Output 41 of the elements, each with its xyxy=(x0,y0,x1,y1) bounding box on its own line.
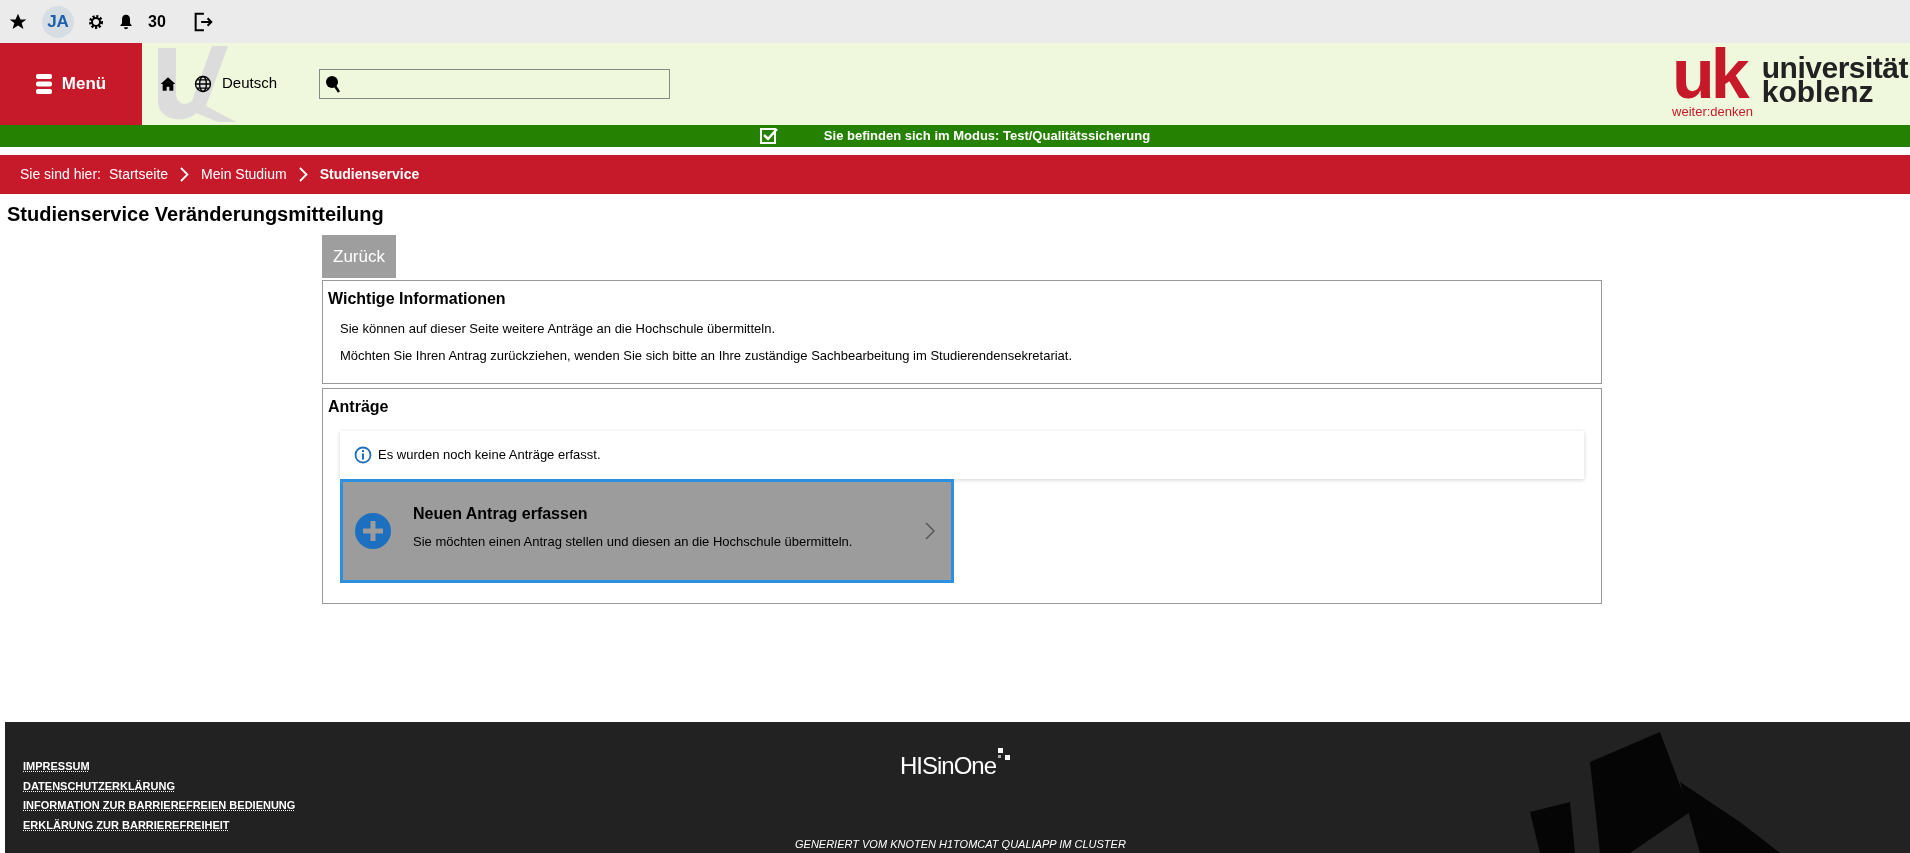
panel-title: Wichtige Informationen xyxy=(328,289,507,309)
mode-banner-text: Sie befinden sich im Modus: Test/Qualitätssicherung xyxy=(823,127,1151,146)
logo-text: koblenz xyxy=(1761,80,1874,104)
notice-text: Es wurden noch keine Anträge erfasst. xyxy=(378,446,601,465)
logo-mark: uk xyxy=(1672,46,1747,102)
search-icon xyxy=(325,75,342,93)
footer-link[interactable]: IMPRESSUM xyxy=(23,758,90,775)
bell-icon[interactable] xyxy=(118,12,134,31)
settings-icon[interactable] xyxy=(88,13,104,30)
info-text: Möchten Sie Ihren Antrag zurückziehen, wenden Sie sich bitte an Ihre zuständige Sachbearbeitung im Studierendensekretariat. xyxy=(340,346,1074,365)
squares-icon xyxy=(998,748,1013,762)
footer-link[interactable]: DATENSCHUTZERKLÄRUNG xyxy=(23,777,175,794)
new-request-tile[interactable]: Neuen Antrag erfassen Sie möchten einen Antrag stellen und diesen an die Hochschule übermitteln. xyxy=(340,479,954,583)
info-text: Sie können auf dieser Seite weitere Anträge an die Hochschule übermitteln. xyxy=(340,320,777,338)
user-avatar[interactable]: JA xyxy=(42,5,74,38)
chevron-right-icon xyxy=(298,167,308,182)
language-link[interactable]: Deutsch xyxy=(222,71,278,95)
search-field[interactable] xyxy=(319,69,671,99)
breadcrumb-link[interactable]: Studienservice xyxy=(319,164,420,185)
brand-logo-text: HISinOne xyxy=(900,751,997,781)
generated-text: GENERIERT VOM KNOTEN H1TOMCAT QUALIAPP IM CLUSTER xyxy=(795,837,1126,851)
logo-slogan: weiter:denken xyxy=(1672,104,1755,120)
chevron-right-icon xyxy=(180,167,190,182)
footer-link[interactable]: INFORMATION ZUR BARRIEREFREIEN BEDIENUNG xyxy=(23,797,296,814)
home-icon[interactable] xyxy=(160,76,176,92)
notification-count[interactable]: 30 xyxy=(148,9,166,34)
logo-text: universität xyxy=(1761,56,1908,80)
globe-icon xyxy=(194,75,212,93)
info-icon xyxy=(354,446,372,464)
page-title: Studienservice Veränderungsmitteilung xyxy=(7,202,385,227)
breadcrumb-link[interactable]: Startseite xyxy=(108,164,169,185)
chevron-right-icon xyxy=(925,522,935,540)
tile-title: Neuen Antrag erfassen xyxy=(413,504,589,525)
footer-link[interactable]: ERKLÄRUNG ZUR BARRIEREFREIHEIT xyxy=(23,816,230,833)
panel-title: Anträge xyxy=(328,397,390,417)
plus-icon xyxy=(355,513,391,549)
menu-button[interactable]: Menü xyxy=(0,43,142,125)
breadcrumb-link[interactable]: Mein Studium xyxy=(201,164,287,185)
breadcrumb-label: Sie sind hier: xyxy=(20,165,101,184)
tile-description: Sie möchten einen Antrag stellen und diesen an die Hochschule übermitteln. xyxy=(413,533,854,552)
menu-icon xyxy=(35,74,52,94)
